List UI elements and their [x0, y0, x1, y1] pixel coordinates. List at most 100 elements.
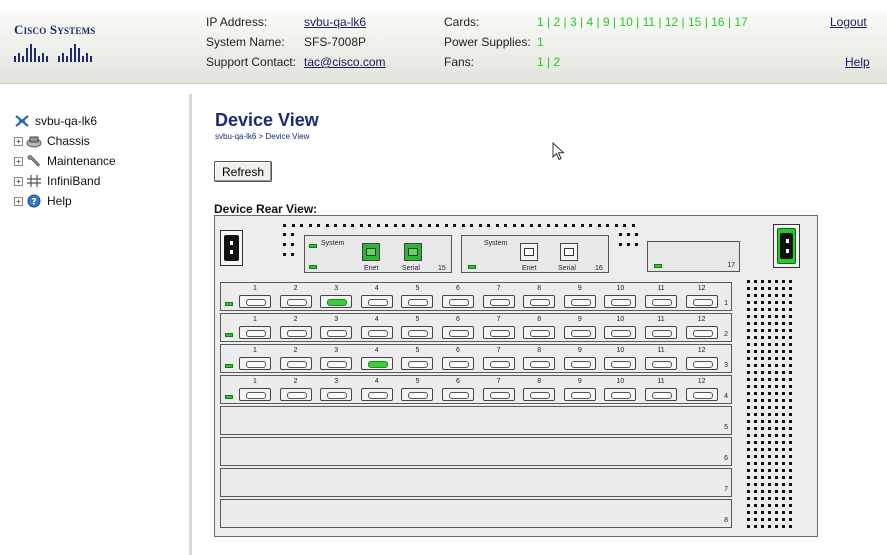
infiniband-port[interactable] — [442, 388, 474, 401]
infiniband-port[interactable] — [604, 326, 637, 339]
infiniband-port[interactable] — [685, 326, 718, 339]
mgmt-card-16[interactable]: System Enet Serial 16 — [461, 235, 609, 273]
slot-1[interactable]: 1 1 2 3 4 5 6 7 8 9 10 11 12 — [220, 282, 732, 311]
svg-text:?: ? — [31, 198, 36, 208]
infiniband-port[interactable] — [482, 388, 515, 401]
infiniband-port[interactable] — [523, 295, 556, 308]
infiniband-port[interactable] — [523, 388, 556, 401]
support-email-link[interactable]: tac@cisco.com — [304, 55, 386, 69]
vent-hole — [768, 490, 771, 493]
refresh-button[interactable]: Refresh — [214, 161, 272, 182]
infiniband-port[interactable] — [645, 326, 677, 339]
cards-link-11[interactable]: 11 — [643, 15, 655, 29]
cards-link-15[interactable]: 15 — [688, 15, 701, 29]
slot-2[interactable]: 2 1 2 3 4 5 6 7 8 9 10 11 12 — [220, 313, 732, 342]
infiniband-port[interactable] — [239, 357, 271, 370]
infiniband-port[interactable] — [279, 388, 312, 401]
infiniband-port[interactable] — [401, 388, 434, 401]
infiniband-port[interactable] — [685, 388, 718, 401]
infiniband-port[interactable] — [360, 357, 393, 370]
vent-hole — [782, 511, 785, 514]
logout-link[interactable]: Logout — [830, 15, 867, 29]
infiniband-port[interactable] — [320, 357, 353, 370]
infiniband-port[interactable] — [563, 357, 596, 370]
serial-port[interactable] — [560, 243, 578, 261]
infiniband-port[interactable] — [279, 357, 312, 370]
card-17[interactable]: 17 — [647, 241, 740, 272]
slot-8[interactable]: 8 — [220, 499, 732, 528]
cards-link-17[interactable]: 17 — [734, 15, 747, 29]
expand-icon[interactable]: + — [14, 156, 23, 166]
infiniband-port[interactable] — [442, 357, 474, 370]
infiniband-port[interactable] — [482, 326, 515, 339]
vent-hole — [761, 427, 764, 430]
vent-hole — [393, 224, 397, 227]
infiniband-port[interactable] — [401, 357, 434, 370]
port-number: 8 — [537, 316, 542, 323]
infiniband-port[interactable] — [523, 326, 556, 339]
infiniband-port[interactable] — [563, 295, 596, 308]
tree-root[interactable]: svbu-qa-lk6 — [14, 112, 97, 130]
ip-link[interactable]: svbu-qa-lk6 — [304, 15, 366, 29]
tree-item-help[interactable]: + ? Help — [14, 192, 72, 210]
infiniband-port[interactable] — [320, 326, 353, 339]
cards-link-12[interactable]: 12 — [665, 15, 678, 29]
expand-icon[interactable]: + — [14, 176, 23, 186]
tree-item-infiniband[interactable]: + InfiniBand — [14, 172, 100, 190]
fans-link-1[interactable]: 1 — [537, 55, 544, 69]
infiniband-port[interactable] — [563, 326, 596, 339]
infiniband-port[interactable] — [279, 326, 312, 339]
infiniband-port[interactable] — [645, 295, 677, 308]
serial-port[interactable] — [404, 243, 422, 261]
infiniband-port[interactable] — [239, 388, 271, 401]
infiniband-port[interactable] — [604, 295, 637, 308]
help-link[interactable]: Help — [845, 55, 870, 69]
enet-port[interactable] — [362, 243, 380, 261]
infiniband-port[interactable] — [360, 388, 393, 401]
power-link-1[interactable]: 1 — [537, 35, 544, 49]
infiniband-port[interactable] — [482, 357, 515, 370]
slot-4[interactable]: 4 1 2 3 4 5 6 7 8 9 10 11 12 — [220, 375, 732, 404]
expand-icon[interactable]: + — [14, 196, 23, 206]
infiniband-port[interactable] — [482, 295, 515, 308]
vent-hole — [368, 224, 371, 227]
infiniband-port[interactable] — [442, 295, 474, 308]
infiniband-port[interactable] — [685, 295, 718, 308]
infiniband-port[interactable] — [320, 388, 353, 401]
infiniband-port[interactable] — [645, 357, 677, 370]
infiniband-port[interactable] — [523, 357, 556, 370]
vent-hole — [782, 525, 785, 528]
power-inlet-left[interactable] — [220, 230, 243, 266]
infiniband-port[interactable] — [604, 388, 637, 401]
infiniband-port[interactable] — [279, 295, 312, 308]
expand-icon[interactable]: + — [14, 136, 23, 146]
infiniband-port[interactable] — [645, 388, 677, 401]
infiniband-port[interactable] — [604, 357, 637, 370]
slot-3[interactable]: 3 1 2 3 4 5 6 7 8 9 10 11 12 — [220, 344, 732, 373]
infiniband-port[interactable] — [685, 357, 718, 370]
cards-link-1[interactable]: 1 — [537, 15, 544, 29]
infiniband-port[interactable] — [239, 326, 271, 339]
cards-link-10[interactable]: 10 — [619, 15, 632, 29]
slot-5[interactable]: 5 — [220, 406, 732, 435]
infiniband-port[interactable] — [360, 326, 393, 339]
infiniband-port[interactable] — [239, 295, 271, 308]
power-inlet-right[interactable] — [773, 224, 800, 268]
cards-link-9[interactable]: 9 — [603, 15, 610, 29]
vent-hole — [782, 357, 785, 360]
mgmt-card-15[interactable]: System Enet Serial 15 — [304, 235, 452, 273]
cards-link-16[interactable]: 16 — [711, 15, 724, 29]
tree-item-maintenance[interactable]: + Maintenance — [14, 152, 116, 170]
fans-link-2[interactable]: 2 — [553, 55, 560, 69]
cards-link-3[interactable]: 3 — [570, 15, 577, 29]
enet-port[interactable] — [520, 243, 538, 261]
infiniband-port[interactable] — [401, 326, 434, 339]
slot-7[interactable]: 7 — [220, 468, 732, 497]
infiniband-port[interactable] — [360, 295, 393, 308]
infiniband-port[interactable] — [401, 295, 434, 308]
infiniband-port[interactable] — [442, 326, 474, 339]
infiniband-port[interactable] — [320, 295, 353, 308]
infiniband-port[interactable] — [563, 388, 596, 401]
slot-6[interactable]: 6 — [220, 437, 732, 466]
tree-item-chassis[interactable]: + Chassis — [14, 132, 90, 150]
